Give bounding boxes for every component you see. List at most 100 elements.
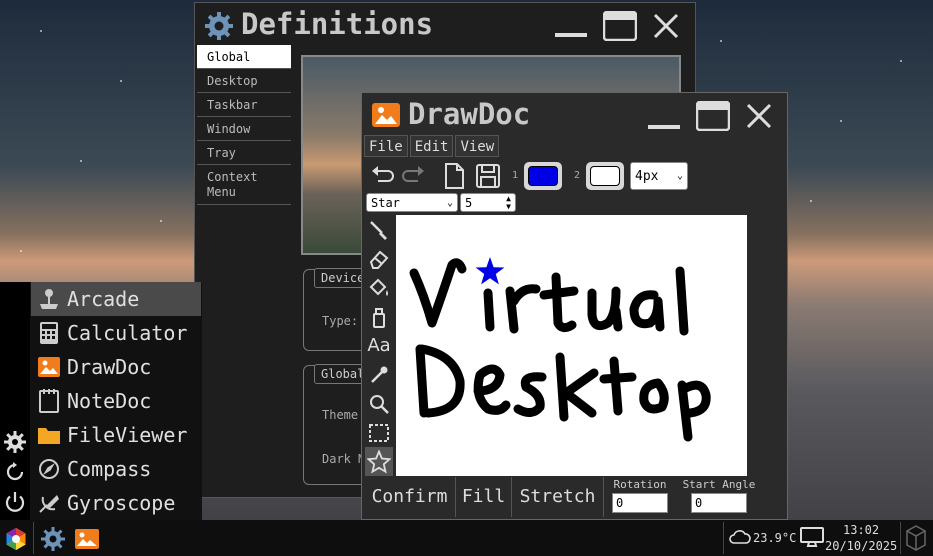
fill-bucket-icon[interactable] — [365, 273, 393, 302]
drawdoc-taskbar-icon[interactable] — [74, 526, 100, 552]
points-value: 5 — [465, 195, 473, 210]
image-icon — [372, 103, 400, 131]
menu-item-gyroscope[interactable]: Gyroscope — [31, 486, 201, 520]
drawdoc-window: DrawDoc File Edit View 1 2 4px ⌄ Star ⌄ … — [361, 92, 788, 520]
menu-item-label: Compass — [67, 457, 152, 481]
canvas-drawing — [409, 257, 711, 442]
eraser-icon[interactable] — [365, 244, 393, 273]
secondary-color-swatch[interactable] — [586, 162, 624, 190]
calculator-icon — [31, 321, 67, 345]
menu-item-label: NoteDoc — [67, 389, 152, 413]
definitions-nav: Global Desktop Taskbar Window Tray Conte… — [197, 45, 291, 205]
start-angle-label: Start Angle — [682, 478, 756, 491]
close-icon[interactable] — [653, 13, 679, 43]
eyedropper-icon[interactable] — [365, 360, 393, 389]
menu-item-calculator[interactable]: Calculator — [31, 316, 201, 350]
menu-item-drawdoc[interactable]: DrawDoc — [31, 350, 201, 384]
folder-icon — [31, 425, 67, 445]
notepad-icon — [31, 389, 67, 413]
nav-item-context-menu[interactable]: Context Menu — [197, 165, 291, 205]
display-icon[interactable] — [799, 526, 825, 552]
show-desktop-icon[interactable] — [905, 524, 927, 556]
start-angle-input[interactable]: 0 — [691, 493, 747, 513]
clock-date[interactable]: 20/10/2025 — [825, 539, 897, 553]
blue-star-shape — [475, 257, 505, 285]
start-menu-sidebar — [0, 282, 30, 520]
menu-item-fileviewer[interactable]: FileViewer — [31, 418, 201, 452]
taskbar-divider — [33, 522, 34, 554]
menu-view[interactable]: View — [455, 135, 500, 157]
nav-item-global[interactable]: Global — [197, 45, 291, 69]
nav-item-window[interactable]: Window — [197, 117, 291, 141]
menu-item-label: DrawDoc — [67, 355, 152, 379]
close-icon[interactable] — [746, 103, 772, 133]
gear-icon — [203, 10, 235, 46]
dark-mode-label: Dark M — [322, 452, 366, 466]
rotation-label: Rotation — [613, 478, 667, 491]
points-stepper[interactable]: 5 ▲ ▼ — [460, 193, 516, 212]
zoom-icon[interactable] — [365, 389, 393, 418]
power-icon[interactable] — [3, 490, 27, 514]
stroke-width-select[interactable]: 4px ⌄ — [630, 162, 688, 190]
taskbar: 23.9°C 13:02 20/10/2025 — [0, 520, 933, 556]
star-tool-icon[interactable] — [365, 447, 393, 476]
rotation-input[interactable]: 0 — [612, 493, 668, 513]
toolbar: 1 2 4px ⌄ — [364, 160, 785, 192]
undo-icon[interactable] — [368, 162, 396, 190]
stretch-button[interactable]: Stretch — [512, 477, 604, 517]
clock-time[interactable]: 13:02 — [843, 523, 879, 537]
type-label: Type: — [322, 314, 359, 328]
nav-item-taskbar[interactable]: Taskbar — [197, 93, 291, 117]
menu-file[interactable]: File — [364, 135, 408, 157]
menu-item-label: Gyroscope — [67, 491, 176, 515]
settings-icon[interactable] — [3, 430, 27, 454]
new-file-icon[interactable] — [440, 162, 468, 190]
fill-button[interactable]: Fill — [456, 477, 512, 517]
shape-select[interactable]: Star ⌄ — [366, 193, 458, 212]
drawdoc-titlebar[interactable]: DrawDoc — [362, 93, 787, 137]
shape-options-bar: Confirm Fill Stretch Rotation 0 Start An… — [364, 477, 785, 517]
start-menu: Arcade Calculator DrawDoc NoteDoc FileVi… — [0, 282, 202, 520]
menu-item-label: Arcade — [67, 287, 140, 311]
image-icon — [31, 357, 67, 377]
start-menu-icon[interactable] — [3, 526, 29, 552]
confirm-button[interactable]: Confirm — [364, 477, 456, 517]
menu-edit[interactable]: Edit — [409, 135, 454, 157]
menu-item-arcade[interactable]: Arcade — [31, 282, 201, 316]
show-desktop-divider — [900, 522, 901, 554]
text-icon[interactable]: Aa — [365, 331, 393, 360]
theme-label: Theme — [322, 408, 359, 422]
rotation-field: Rotation 0 — [608, 477, 672, 517]
handwritten-text — [409, 258, 711, 442]
select-icon[interactable] — [365, 418, 393, 447]
stepper-arrows-icon[interactable]: ▲ ▼ — [506, 194, 511, 211]
menu-item-notedoc[interactable]: NoteDoc — [31, 384, 201, 418]
drawing-canvas[interactable] — [396, 215, 747, 476]
menu-item-label: FileViewer — [67, 423, 188, 447]
temperature-readout: 23.9°C — [753, 531, 797, 545]
brush-icon[interactable] — [365, 215, 393, 244]
definitions-taskbar-icon[interactable] — [40, 526, 66, 552]
minimize-icon[interactable] — [555, 33, 587, 37]
start-angle-field: Start Angle 0 — [678, 477, 760, 517]
spray-icon[interactable] — [365, 302, 393, 331]
secondary-color-fill — [590, 166, 620, 186]
chevron-down-icon: ⌄ — [446, 197, 453, 208]
minimize-icon[interactable] — [648, 125, 680, 129]
menu-item-compass[interactable]: Compass — [31, 452, 201, 486]
save-icon[interactable] — [474, 162, 502, 190]
primary-color-swatch[interactable] — [524, 162, 562, 190]
satellite-icon — [31, 491, 67, 515]
definitions-titlebar[interactable]: Definitions — [195, 3, 695, 47]
restart-icon[interactable] — [3, 460, 27, 484]
redo-icon[interactable] — [400, 162, 428, 190]
menubar: File Edit View — [364, 135, 500, 159]
maximize-icon[interactable] — [695, 100, 731, 135]
nav-item-tray[interactable]: Tray — [197, 141, 291, 165]
nav-item-desktop[interactable]: Desktop — [197, 69, 291, 93]
stroke-width-value: 4px — [635, 168, 659, 184]
compass-icon — [31, 457, 67, 481]
swatch1-label: 1 — [512, 170, 519, 181]
weather-icon[interactable] — [729, 528, 751, 548]
maximize-icon[interactable] — [602, 10, 638, 45]
